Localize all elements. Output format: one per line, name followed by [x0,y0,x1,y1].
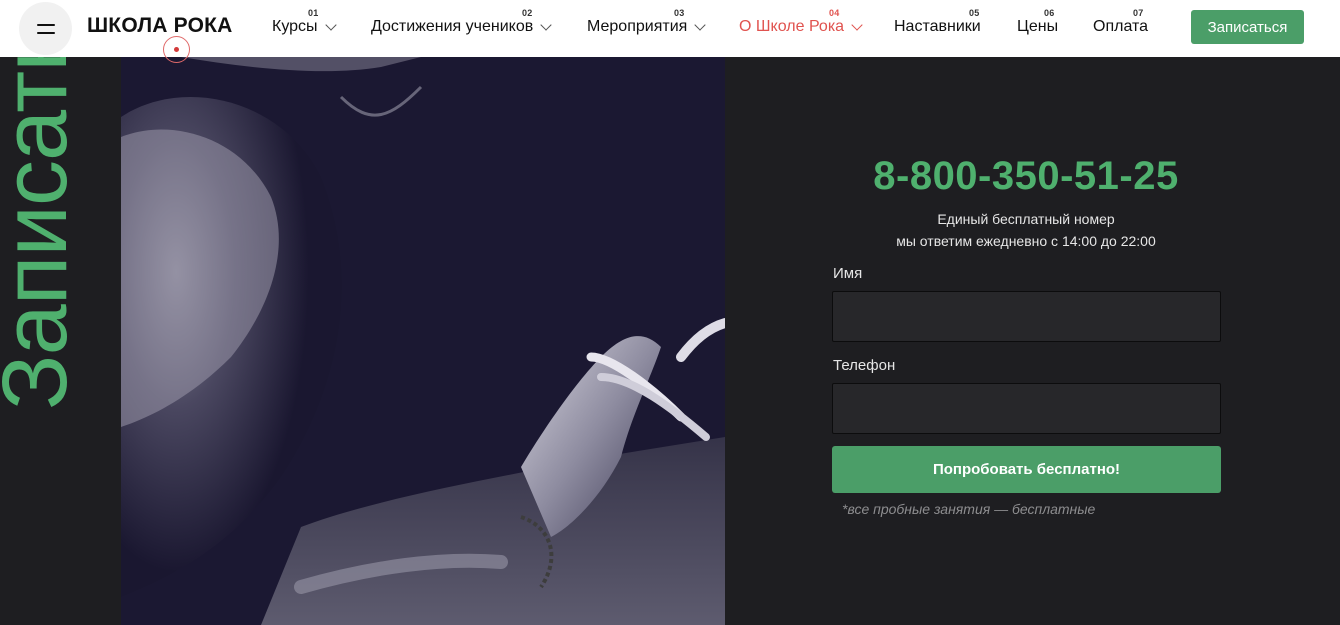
hero-photo [121,57,725,625]
hours-caption: мы ответим ежедневно с 14:00 до 22:00 [896,233,1156,249]
chevron-down-icon [540,18,552,31]
name-input[interactable] [832,291,1221,342]
nav-number: 01 [308,8,319,18]
logo-dot-icon [163,36,190,63]
nav-label: Мероприятия [587,18,688,35]
nav-label: Наставники [894,18,981,35]
nav-item-courses[interactable]: 01 Курсы [272,8,337,36]
site-logo[interactable]: ШКОЛА РОКА [87,14,233,38]
nav-label: О Школе Рока [739,18,845,35]
nav-label: Достижения учеников [371,18,534,35]
phone-caption: Единый бесплатный номер [937,211,1115,227]
phone-label: Телефон [833,357,896,374]
nav-item-achievements[interactable]: 02 Достижения учеников [371,8,552,36]
try-free-button[interactable]: Попробовать бесплатно! [832,446,1221,493]
free-trial-note: *все пробные занятия — бесплатные [842,501,1096,517]
nav-number: 04 [829,8,840,18]
chevron-down-icon [851,18,863,31]
vertical-title: Записатьс [0,0,86,410]
chevron-down-icon [694,18,706,31]
nav-item-events[interactable]: 03 Мероприятия [587,8,706,36]
site-header: ШКОЛА РОКА 01 Курсы 02 Достижения ученик… [0,0,1340,63]
nav-number: 06 [1044,8,1055,18]
nav-label: Оплата [1093,18,1149,35]
nav-label: Цены [1017,18,1059,35]
nav-item-payment[interactable]: 07 Оплата [1093,8,1149,36]
signup-button[interactable]: Записаться [1191,10,1304,44]
phone-number[interactable]: 8-800-350-51-25 [826,154,1226,199]
nav-label: Курсы [272,18,318,35]
menu-icon[interactable] [19,2,72,55]
nav-item-about[interactable]: 04 О Школе Рока [739,8,863,36]
name-label: Имя [833,265,863,282]
hero-photo-illustration [121,57,725,625]
nav-number: 02 [522,8,533,18]
nav-number: 05 [969,8,980,18]
phone-input[interactable] [832,383,1221,434]
nav-item-mentors[interactable]: 05 Наставники [894,8,981,36]
nav-number: 07 [1133,8,1144,18]
nav-item-prices[interactable]: 06 Цены [1017,8,1059,36]
nav-number: 03 [674,8,685,18]
chevron-down-icon [324,18,337,31]
